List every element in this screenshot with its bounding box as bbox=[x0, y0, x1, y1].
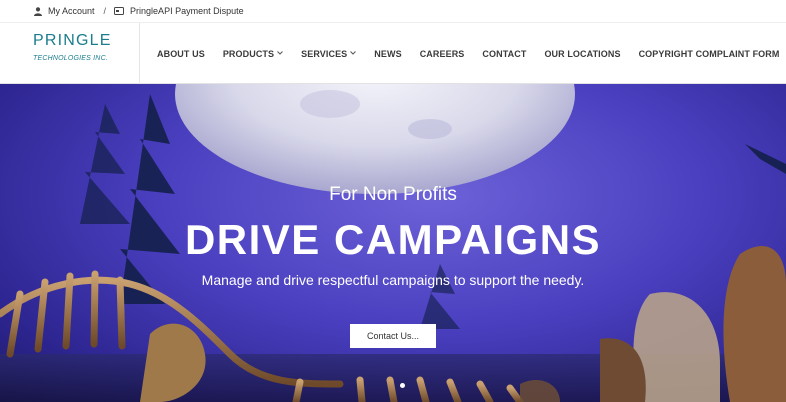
nav-item-news[interactable]: NEWS bbox=[374, 49, 401, 59]
card-icon bbox=[114, 7, 125, 15]
main-nav: ABOUT US PRODUCTS SERVICES NEWS CAREERS … bbox=[157, 23, 786, 84]
nav-item-careers[interactable]: CAREERS bbox=[420, 49, 465, 59]
utility-separator: / bbox=[103, 6, 107, 16]
logo-brand: PRINGLE bbox=[33, 32, 112, 49]
my-account-label: My Account bbox=[48, 6, 95, 16]
nav-item-label: SERVICES bbox=[301, 48, 348, 59]
nav-item-label: CAREERS bbox=[419, 48, 465, 59]
nav-item-copyright-complaint-form[interactable]: COPYRIGHT COMPLAINT FORM bbox=[639, 49, 780, 59]
nav-item-label: NEWS bbox=[374, 48, 402, 59]
contact-us-button[interactable]: Contact Us... bbox=[350, 324, 436, 348]
hero-headline: DRIVE CAMPAIGNS bbox=[184, 216, 602, 263]
nav-item-label: ABOUT US bbox=[157, 48, 205, 59]
nav-item-our-locations[interactable]: OUR LOCATIONS bbox=[544, 49, 620, 59]
nav-item-about-us[interactable]: ABOUT US bbox=[157, 49, 205, 59]
company-logo[interactable]: PRINGLE TECHNOLOGIES INC. bbox=[33, 32, 139, 78]
nav-item-label: CONTACT bbox=[482, 48, 527, 59]
nav-item-services[interactable]: SERVICES bbox=[301, 48, 357, 59]
my-account-link[interactable]: My Account bbox=[34, 6, 95, 16]
site-header: PRINGLE TECHNOLOGIES INC. ABOUT US PRODU… bbox=[0, 22, 786, 84]
header-divider bbox=[139, 23, 140, 84]
nav-item-label: COPYRIGHT COMPLAINT FORM bbox=[638, 48, 780, 59]
nav-item-contact[interactable]: CONTACT bbox=[482, 49, 526, 59]
utility-bar: My Account / PringleAPI Payment Dispute bbox=[0, 0, 786, 22]
payment-dispute-label: PringleAPI Payment Dispute bbox=[130, 6, 244, 16]
user-icon bbox=[34, 6, 42, 16]
nav-item-label: PRODUCTS bbox=[222, 48, 275, 59]
hero-tagline: Manage and drive respectful campaigns to… bbox=[201, 272, 585, 288]
logo-subtitle: TECHNOLOGIES INC. bbox=[33, 55, 108, 62]
hero-eyebrow: For Non Profits bbox=[329, 184, 457, 205]
slider-pagination-dot[interactable] bbox=[400, 383, 405, 388]
hero-slider: For Non Profits DRIVE CAMPAIGNS Manage a… bbox=[0, 84, 786, 402]
chevron-down-icon bbox=[277, 50, 283, 57]
chevron-down-icon bbox=[350, 50, 357, 57]
payment-dispute-link[interactable]: PringleAPI Payment Dispute bbox=[114, 6, 244, 16]
nav-item-label: OUR LOCATIONS bbox=[544, 48, 621, 59]
nav-item-products[interactable]: PRODUCTS bbox=[223, 49, 283, 59]
